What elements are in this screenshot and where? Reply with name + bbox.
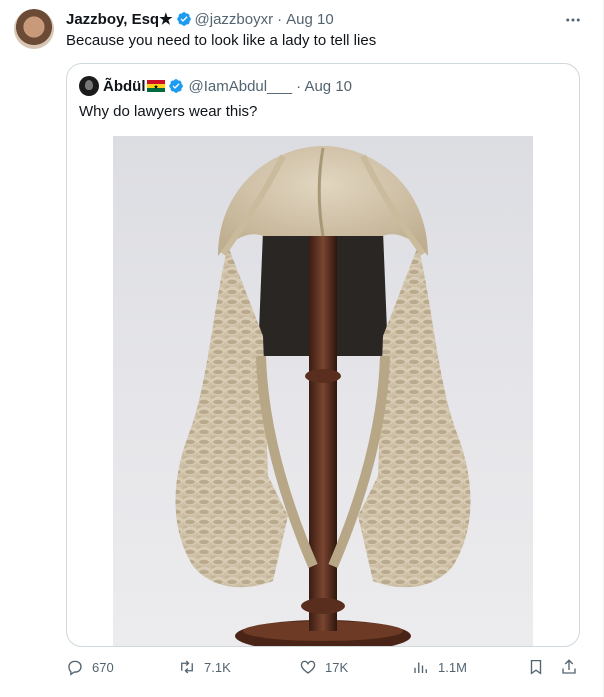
verified-badge-icon [176, 12, 191, 26]
like-button[interactable]: 17K [299, 656, 348, 678]
quoted-author-name: Ãbdül [103, 77, 146, 95]
like-count: 17K [325, 659, 349, 675]
views-chart-icon [414, 662, 427, 673]
quoted-tweet[interactable]: Ãbdül @IamAbdul___ · Aug 10 Why do lawye… [66, 63, 580, 647]
verified-badge-icon [168, 79, 183, 93]
view-count: 1.1M [438, 659, 467, 675]
quoted-handle: @IamAbdul___ [188, 77, 293, 95]
quoted-date: · Aug 10 [296, 77, 353, 95]
quoted-header: Ãbdül @IamAbdul___ · Aug 10 [79, 76, 352, 96]
bookmark-icon[interactable] [527, 658, 545, 676]
repost-button[interactable]: 7.1K [178, 656, 231, 678]
repost-count: 7.1K [204, 659, 231, 675]
reply-button[interactable]: 670 [66, 656, 114, 678]
ghana-flag-icon [146, 80, 165, 92]
author-handle[interactable]: @jazzboyxr [195, 11, 274, 28]
tweet-date[interactable]: Aug 10 [286, 11, 334, 28]
reply-icon [68, 660, 82, 676]
reply-count: 670 [92, 659, 114, 675]
more-options-icon[interactable] [563, 10, 583, 30]
author-name[interactable]: Jazzboy, Esq★ [66, 10, 173, 28]
tweet-actions: 670 7.1K 17K 1.1M [66, 656, 586, 678]
heart-icon [300, 660, 316, 674]
tweet-header: Jazzboy, Esq★ @jazzboyxr · Aug 10 [66, 9, 334, 29]
tweet-text: Because you need to look like a lady to … [66, 32, 377, 49]
quoted-text: Why do lawyers wear this? [79, 103, 258, 120]
header-separator: · [277, 10, 283, 28]
views-button[interactable]: 1.1M [412, 656, 467, 678]
share-icon[interactable] [560, 658, 578, 676]
repost-icon [181, 660, 193, 674]
quoted-avatar [79, 76, 99, 96]
avatar[interactable] [14, 9, 54, 49]
barrister-wig-illustration [175, 146, 471, 646]
tweet[interactable]: Jazzboy, Esq★ @jazzboyxr · Aug 10 Becaus… [0, 0, 603, 697]
tweet-media-image[interactable] [113, 136, 533, 646]
